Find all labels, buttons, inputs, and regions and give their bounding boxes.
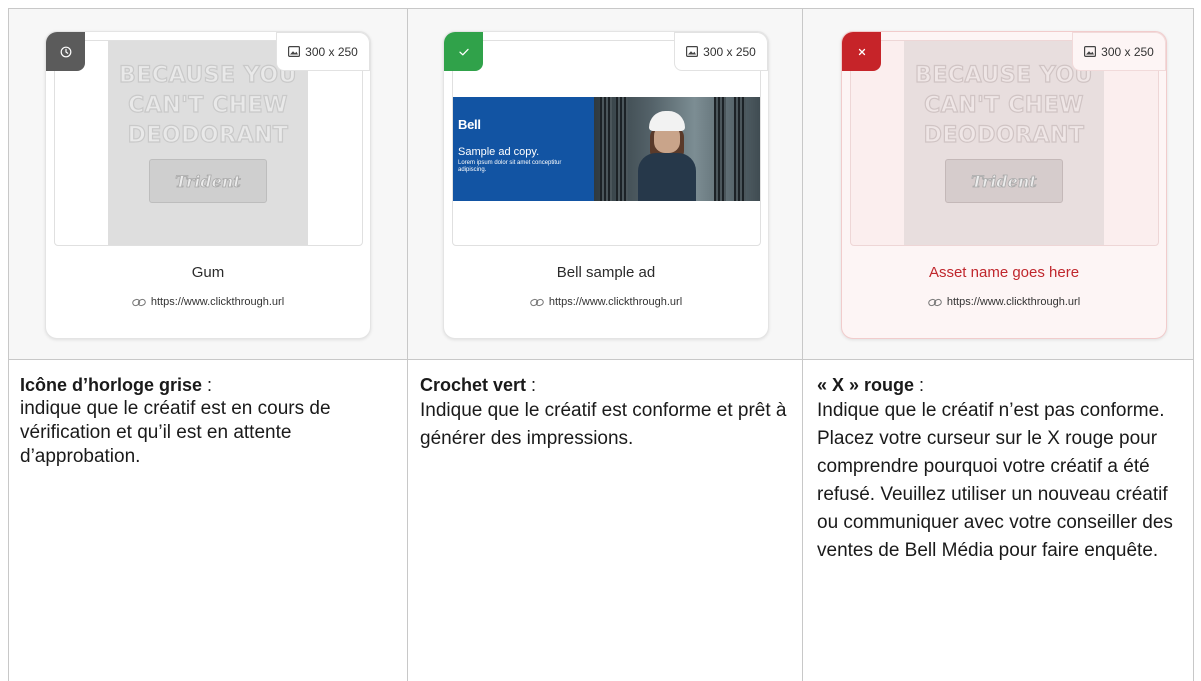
- creative-card-approved[interactable]: Bell Sample ad copy. Lorem ipsum dolor s…: [443, 31, 769, 339]
- image-icon: [1084, 46, 1097, 57]
- description-label: « X » rouge: [817, 375, 915, 395]
- link-icon: [928, 298, 942, 306]
- size-badge: 300 x 250: [674, 32, 768, 71]
- asset-name: Gum: [191, 264, 225, 281]
- description-approved: Crochet vert : Indique que le créatif es…: [420, 373, 790, 453]
- status-approved-tile[interactable]: [444, 32, 483, 71]
- size-label: 300 x 250: [305, 44, 358, 59]
- description-heading: Icône d’horloge grise :: [20, 373, 395, 397]
- description-label: Crochet vert: [420, 375, 527, 395]
- ad-copy: Sample ad copy.: [458, 146, 540, 158]
- description-text: Indique que le créatif n’est pas conform…: [817, 400, 1173, 561]
- size-badge: 300 x 250: [276, 32, 370, 71]
- ad-small-copy: Lorem ipsum dolor sit amet conceptitur a…: [458, 160, 562, 173]
- image-icon: [686, 46, 699, 57]
- description-separator: :: [202, 375, 213, 395]
- bell-ad-photo: [594, 97, 760, 201]
- ad-brand: Trident: [175, 171, 241, 191]
- description-rejected: « X » rouge : Indique que le créatif n’e…: [817, 373, 1189, 565]
- link-icon: [530, 298, 544, 306]
- description-text: Indique que le créatif est conforme et p…: [420, 400, 787, 449]
- close-x-icon: [858, 48, 865, 55]
- table-border-right: [1193, 8, 1194, 681]
- link-icon: [132, 298, 146, 306]
- checkmark-icon: [458, 48, 469, 55]
- gum-ad-creative: BECAUSE YOU CAN'T CHEW DEODORANT Trident: [904, 41, 1104, 245]
- description-text: indique que le créatif est en cours de v…: [20, 398, 331, 467]
- bell-ad-text-panel: Bell Sample ad copy. Lorem ipsum dolor s…: [453, 97, 594, 201]
- status-rejected-tile[interactable]: [842, 32, 881, 71]
- size-badge: 300 x 250: [1072, 32, 1166, 71]
- ad-brand: Trident: [971, 171, 1037, 191]
- clickthrough-url-text: https://www.clickthrough.url: [946, 296, 1081, 308]
- asset-name: Bell sample ad: [556, 264, 656, 281]
- description-pending: Icône d’horloge grise : indique que le c…: [20, 373, 395, 469]
- size-label: 300 x 250: [703, 44, 756, 59]
- bell-logo: Bell: [458, 117, 481, 132]
- clickthrough-url[interactable]: https://www.clickthrough.url: [842, 296, 1166, 308]
- gum-ad-creative: BECAUSE YOU CAN'T CHEW DEODORANT Trident: [108, 41, 308, 245]
- clock-icon: [60, 46, 71, 57]
- clickthrough-url-text: https://www.clickthrough.url: [548, 296, 683, 308]
- creative-card-pending[interactable]: BECAUSE YOU CAN'T CHEW DEODORANT Trident…: [45, 31, 371, 339]
- table-row-divider: [8, 359, 1194, 360]
- asset-name: Asset name goes here: [928, 264, 1080, 281]
- size-label: 300 x 250: [1101, 44, 1154, 59]
- ad-headline: BECAUSE YOU CAN'T CHEW DEODORANT: [118, 62, 297, 148]
- status-pending-tile[interactable]: [46, 32, 85, 71]
- description-separator: :: [914, 375, 925, 395]
- bell-ad-creative: Bell Sample ad copy. Lorem ipsum dolor s…: [453, 97, 760, 201]
- description-heading: Crochet vert :: [420, 373, 790, 397]
- clickthrough-url-text: https://www.clickthrough.url: [150, 296, 285, 308]
- clickthrough-url[interactable]: https://www.clickthrough.url: [46, 296, 370, 308]
- ad-headline: BECAUSE YOU CAN'T CHEW DEODORANT: [914, 62, 1093, 148]
- clickthrough-url[interactable]: https://www.clickthrough.url: [444, 296, 768, 308]
- description-separator: :: [526, 375, 537, 395]
- description-heading: « X » rouge :: [817, 373, 1189, 397]
- description-label: Icône d’horloge grise: [20, 375, 203, 395]
- image-icon: [288, 46, 301, 57]
- creative-card-rejected[interactable]: BECAUSE YOU CAN'T CHEW DEODORANT Trident…: [841, 31, 1167, 339]
- gum-pack-image: Trident: [149, 159, 267, 203]
- gum-pack-image: Trident: [945, 159, 1063, 203]
